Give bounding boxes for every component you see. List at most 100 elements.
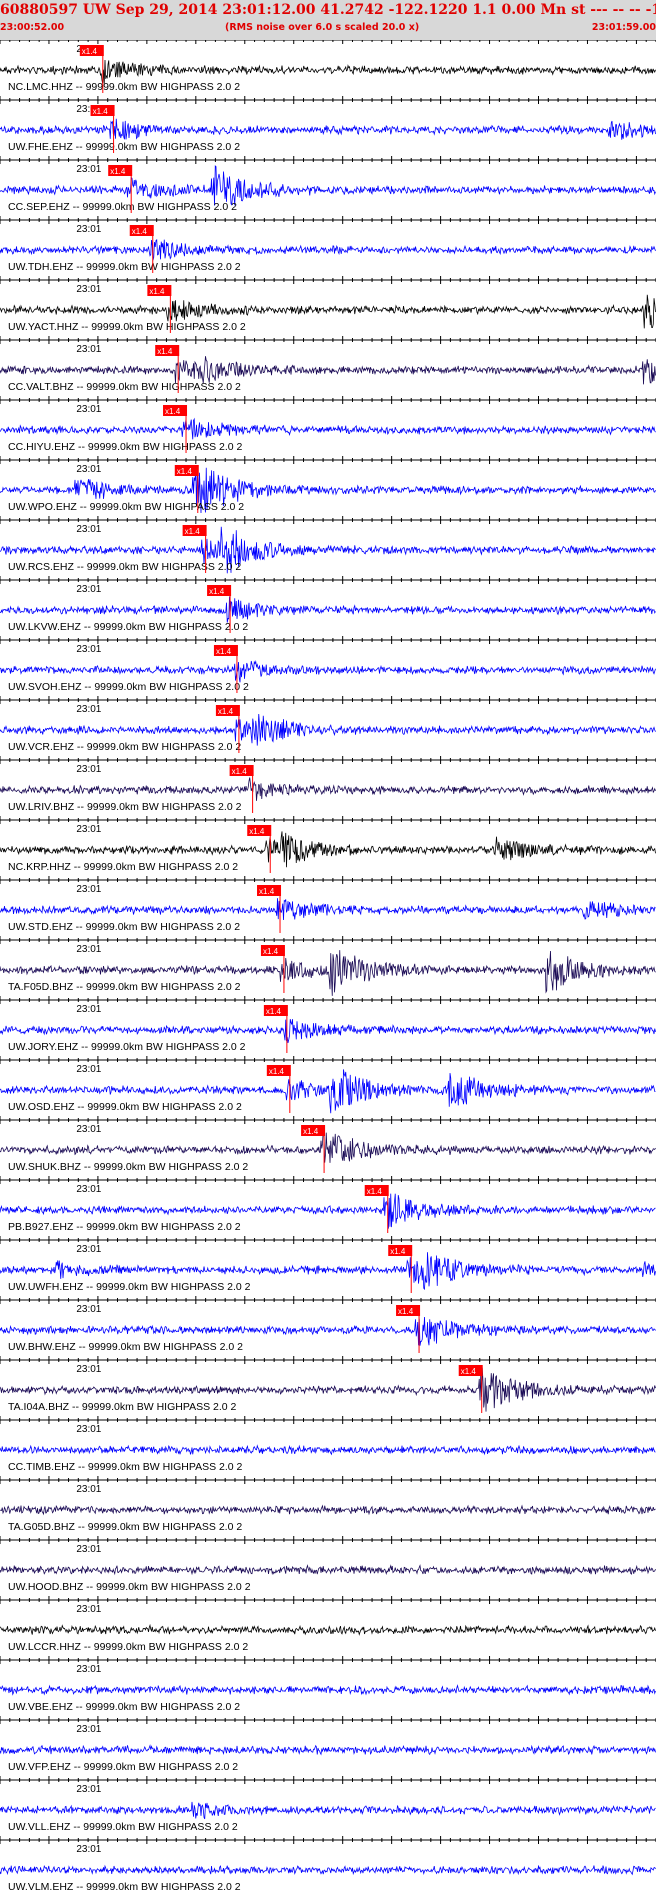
station-label: UW.VCR.EHZ -- 99999.0km BW HIGHPASS 2.0 … bbox=[8, 741, 241, 753]
waveform bbox=[0, 1019, 656, 1043]
station-label: UW.RCS.EHZ -- 99999.0km BW HIGHPASS 2.0 … bbox=[8, 561, 241, 573]
waveform bbox=[0, 1744, 656, 1756]
station-label: CC.HIYU.EHZ -- 99999.0km BW HIGHPASS 2.0… bbox=[8, 441, 243, 453]
trace-9: 23:01 UW.RCS.EHZ -- 99999.0km BW HIGHPASS… bbox=[0, 516, 656, 574]
trace-29: 23:01 UW.VFP.EHZ -- 99999.0km BW HIGHPASS… bbox=[0, 1716, 656, 1773]
minute-label: 23:01 bbox=[76, 1604, 101, 1615]
rms-note: (RMS noise over 6.0 s scaled 20.0 x) bbox=[225, 22, 420, 33]
trace-7: 23:01 CC.HIYU.EHZ -- 99999.0km BW HIGHPAS… bbox=[0, 396, 656, 453]
pick-label: x1.4 bbox=[303, 1127, 319, 1136]
pick-label: x1.4 bbox=[216, 647, 232, 656]
minute-label: 23:01 bbox=[76, 1484, 101, 1495]
waveform bbox=[0, 777, 656, 801]
minute-label: 23:01 bbox=[76, 524, 101, 535]
station-label: NC.KRP.HHZ -- 99999.0km BW HIGHPASS 2.0 … bbox=[8, 861, 238, 873]
minute-label: 23:01 bbox=[76, 1424, 101, 1435]
trace-10: 23:01 UW.LKVW.EHZ -- 99999.0km BW HIGHPAS… bbox=[0, 576, 656, 633]
trace-28: 23:01 UW.VBE.EHZ -- 99999.0km BW HIGHPASS… bbox=[0, 1656, 656, 1713]
pick-label: x1.4 bbox=[461, 1367, 477, 1376]
trace-26: 23:01 UW.HOOD.BHZ -- 99999.0km BW HIGHPAS… bbox=[0, 1536, 656, 1593]
minute-label: 23:01 bbox=[76, 944, 101, 955]
station-label: UW.UWFH.EHZ -- 99999.0km BW HIGHPASS 2.0… bbox=[8, 1281, 251, 1293]
event-title: 60880597 UW Sep 29, 2014 23:01:12.00 41.… bbox=[0, 2, 656, 18]
waveform bbox=[0, 1444, 656, 1456]
trace-25: 23:01 TA.G05D.BHZ -- 99999.0km BW HIGHPAS… bbox=[0, 1476, 656, 1533]
trace-19: 23:01 UW.SHUK.BHZ -- 99999.0km BW HIGHPAS… bbox=[0, 1116, 656, 1173]
trace-8: 23:01 UW.WPO.EHZ -- 99999.0km BW HIGHPASS… bbox=[0, 456, 656, 514]
minute-label: 23:01 bbox=[76, 404, 101, 415]
trace-24: 23:01 CC.TIMB.EHZ -- 99999.0km BW HIGHPAS… bbox=[0, 1416, 656, 1473]
start-time: 23:00:52.00 bbox=[0, 22, 65, 33]
station-label: UW.VLM.EHZ -- 99999.0km BW HIGHPASS 2.0 … bbox=[8, 1881, 241, 1893]
minute-label: 23:01 bbox=[76, 704, 101, 715]
station-label: CC.TIMB.EHZ -- 99999.0km BW HIGHPASS 2.0… bbox=[8, 1461, 243, 1473]
trace-15: 23:01 UW.STD.EHZ -- 99999.0km BW HIGHPASS… bbox=[0, 876, 656, 933]
pick-label: x1.4 bbox=[185, 527, 201, 536]
pick-label: x1.4 bbox=[266, 1007, 282, 1016]
station-label: UW.SVOH.EHZ -- 99999.0km BW HIGHPASS 2.0… bbox=[8, 681, 249, 693]
trace-1: 23:01NC.LMC.HHZ -- 99999.0km BW HIGHPASS… bbox=[0, 40, 656, 93]
minute-label: 23:01 bbox=[76, 1184, 101, 1195]
pick-label: x1.4 bbox=[218, 707, 234, 716]
trace-11: 23:01 UW.SVOH.EHZ -- 99999.0km BW HIGHPAS… bbox=[0, 636, 656, 693]
station-label: UW.VBE.EHZ -- 99999.0km BW HIGHPASS 2.0 … bbox=[8, 1701, 240, 1713]
waveform bbox=[0, 898, 656, 921]
waveform bbox=[0, 238, 656, 261]
waveform bbox=[0, 1864, 656, 1876]
pick-label: x1.4 bbox=[269, 1067, 285, 1076]
minute-label: 23:01 bbox=[76, 1724, 101, 1735]
station-label: TA.G05D.BHZ -- 99999.0km BW HIGHPASS 2.0… bbox=[8, 1521, 242, 1533]
waveform bbox=[0, 1801, 656, 1820]
station-label: UW.VFP.EHZ -- 99999.0km BW HIGHPASS 2.0 … bbox=[8, 1761, 238, 1773]
pick-label: x1.4 bbox=[93, 107, 109, 116]
trace-27: 23:01 UW.LCCR.HHZ -- 99999.0km BW HIGHPAS… bbox=[0, 1596, 656, 1653]
trace-12: 23:01 UW.VCR.EHZ -- 99999.0km BW HIGHPASS… bbox=[0, 696, 656, 753]
trace-31: 23:01 UW.VLM.EHZ -- 99999.0km BW HIGHPASS… bbox=[0, 1836, 656, 1893]
minute-label: 23:01 bbox=[76, 824, 101, 835]
station-label: UW.VLL.EHZ -- 99999.0km BW HIGHPASS 2.0 … bbox=[8, 1821, 238, 1833]
minute-label: 23:01 bbox=[76, 644, 101, 655]
waveform bbox=[0, 417, 656, 440]
header-bar: 60880597 UW Sep 29, 2014 23:01:12.00 41.… bbox=[0, 0, 656, 40]
station-label: PB.B927.EHZ -- 99999.0km BW HIGHPASS 2.0… bbox=[8, 1221, 241, 1233]
minute-label: 23:01 bbox=[76, 344, 101, 355]
minute-label: 23:01 bbox=[76, 1664, 101, 1675]
waveform bbox=[0, 1564, 656, 1576]
minute-label: 23:01 bbox=[76, 1064, 101, 1075]
minute-label: 23:01 bbox=[76, 584, 101, 595]
pick-label: x1.4 bbox=[149, 287, 165, 296]
seismogram-plot: 23:01 NC.LMC.HHZ -- 99999.0km BW HIGHPASS… bbox=[0, 40, 656, 1893]
end-time: 23:01:59.00 bbox=[591, 22, 656, 33]
station-label: UW.FHE.EHZ -- 99999.0km BW HIGHPASS 2.0 … bbox=[8, 141, 240, 153]
waveform bbox=[0, 1623, 656, 1636]
pick-label: x1.4 bbox=[82, 47, 98, 56]
station-label: UW.STD.EHZ -- 99999.0km BW HIGHPASS 2.0 … bbox=[8, 921, 240, 933]
minute-label: 23:01 bbox=[76, 1124, 101, 1135]
station-label: UW.SHUK.BHZ -- 99999.0km BW HIGHPASS 2.0… bbox=[8, 1161, 248, 1173]
trace-5: 23:01 UW.YACT.HHZ -- 99999.0km BW HIGHPAS… bbox=[0, 276, 656, 333]
trace-30: 23:01 UW.VLL.EHZ -- 99999.0km BW HIGHPASS… bbox=[0, 1776, 656, 1833]
pick-label: x1.4 bbox=[232, 767, 248, 776]
minute-label: 23:01 bbox=[76, 1364, 101, 1375]
trace-6: 23:01 CC.VALT.BHZ -- 99999.0km BW HIGHPAS… bbox=[0, 336, 656, 393]
pick-label: x1.4 bbox=[110, 167, 126, 176]
pick-label: x1.4 bbox=[367, 1187, 383, 1196]
minute-label: 23:01 bbox=[76, 1304, 101, 1315]
station-label: UW.TDH.EHZ -- 99999.0km BW HIGHPASS 2.0 … bbox=[8, 261, 241, 273]
pick-label: x1.4 bbox=[398, 1307, 414, 1316]
station-label: UW.WPO.EHZ -- 99999.0km BW HIGHPASS 2.0 … bbox=[8, 501, 244, 513]
station-label: CC.VALT.BHZ -- 99999.0km BW HIGHPASS 2.0… bbox=[8, 381, 241, 393]
station-label: CC.SEP.EHZ -- 99999.0km BW HIGHPASS 2.0 … bbox=[8, 201, 237, 213]
pick-label: x1.4 bbox=[209, 587, 225, 596]
pick-label: x1.4 bbox=[132, 227, 148, 236]
station-label: UW.JORY.EHZ -- 99999.0km BW HIGHPASS 2.0… bbox=[8, 1041, 246, 1053]
trace-22: 23:01 UW.BHW.EHZ -- 99999.0km BW HIGHPASS… bbox=[0, 1296, 656, 1353]
minute-label: 23:01 bbox=[76, 1004, 101, 1015]
minute-label: 23:01 bbox=[76, 764, 101, 775]
minute-label: 23:01 bbox=[76, 1244, 101, 1255]
pick-label: x1.4 bbox=[157, 347, 173, 356]
minute-label: 23:01 bbox=[76, 164, 101, 175]
pick-label: x1.4 bbox=[259, 887, 275, 896]
trace-18: 23:01 UW.OSD.EHZ -- 99999.0km BW HIGHPASS… bbox=[0, 1056, 656, 1114]
minute-label: 23:01 bbox=[76, 1544, 101, 1555]
